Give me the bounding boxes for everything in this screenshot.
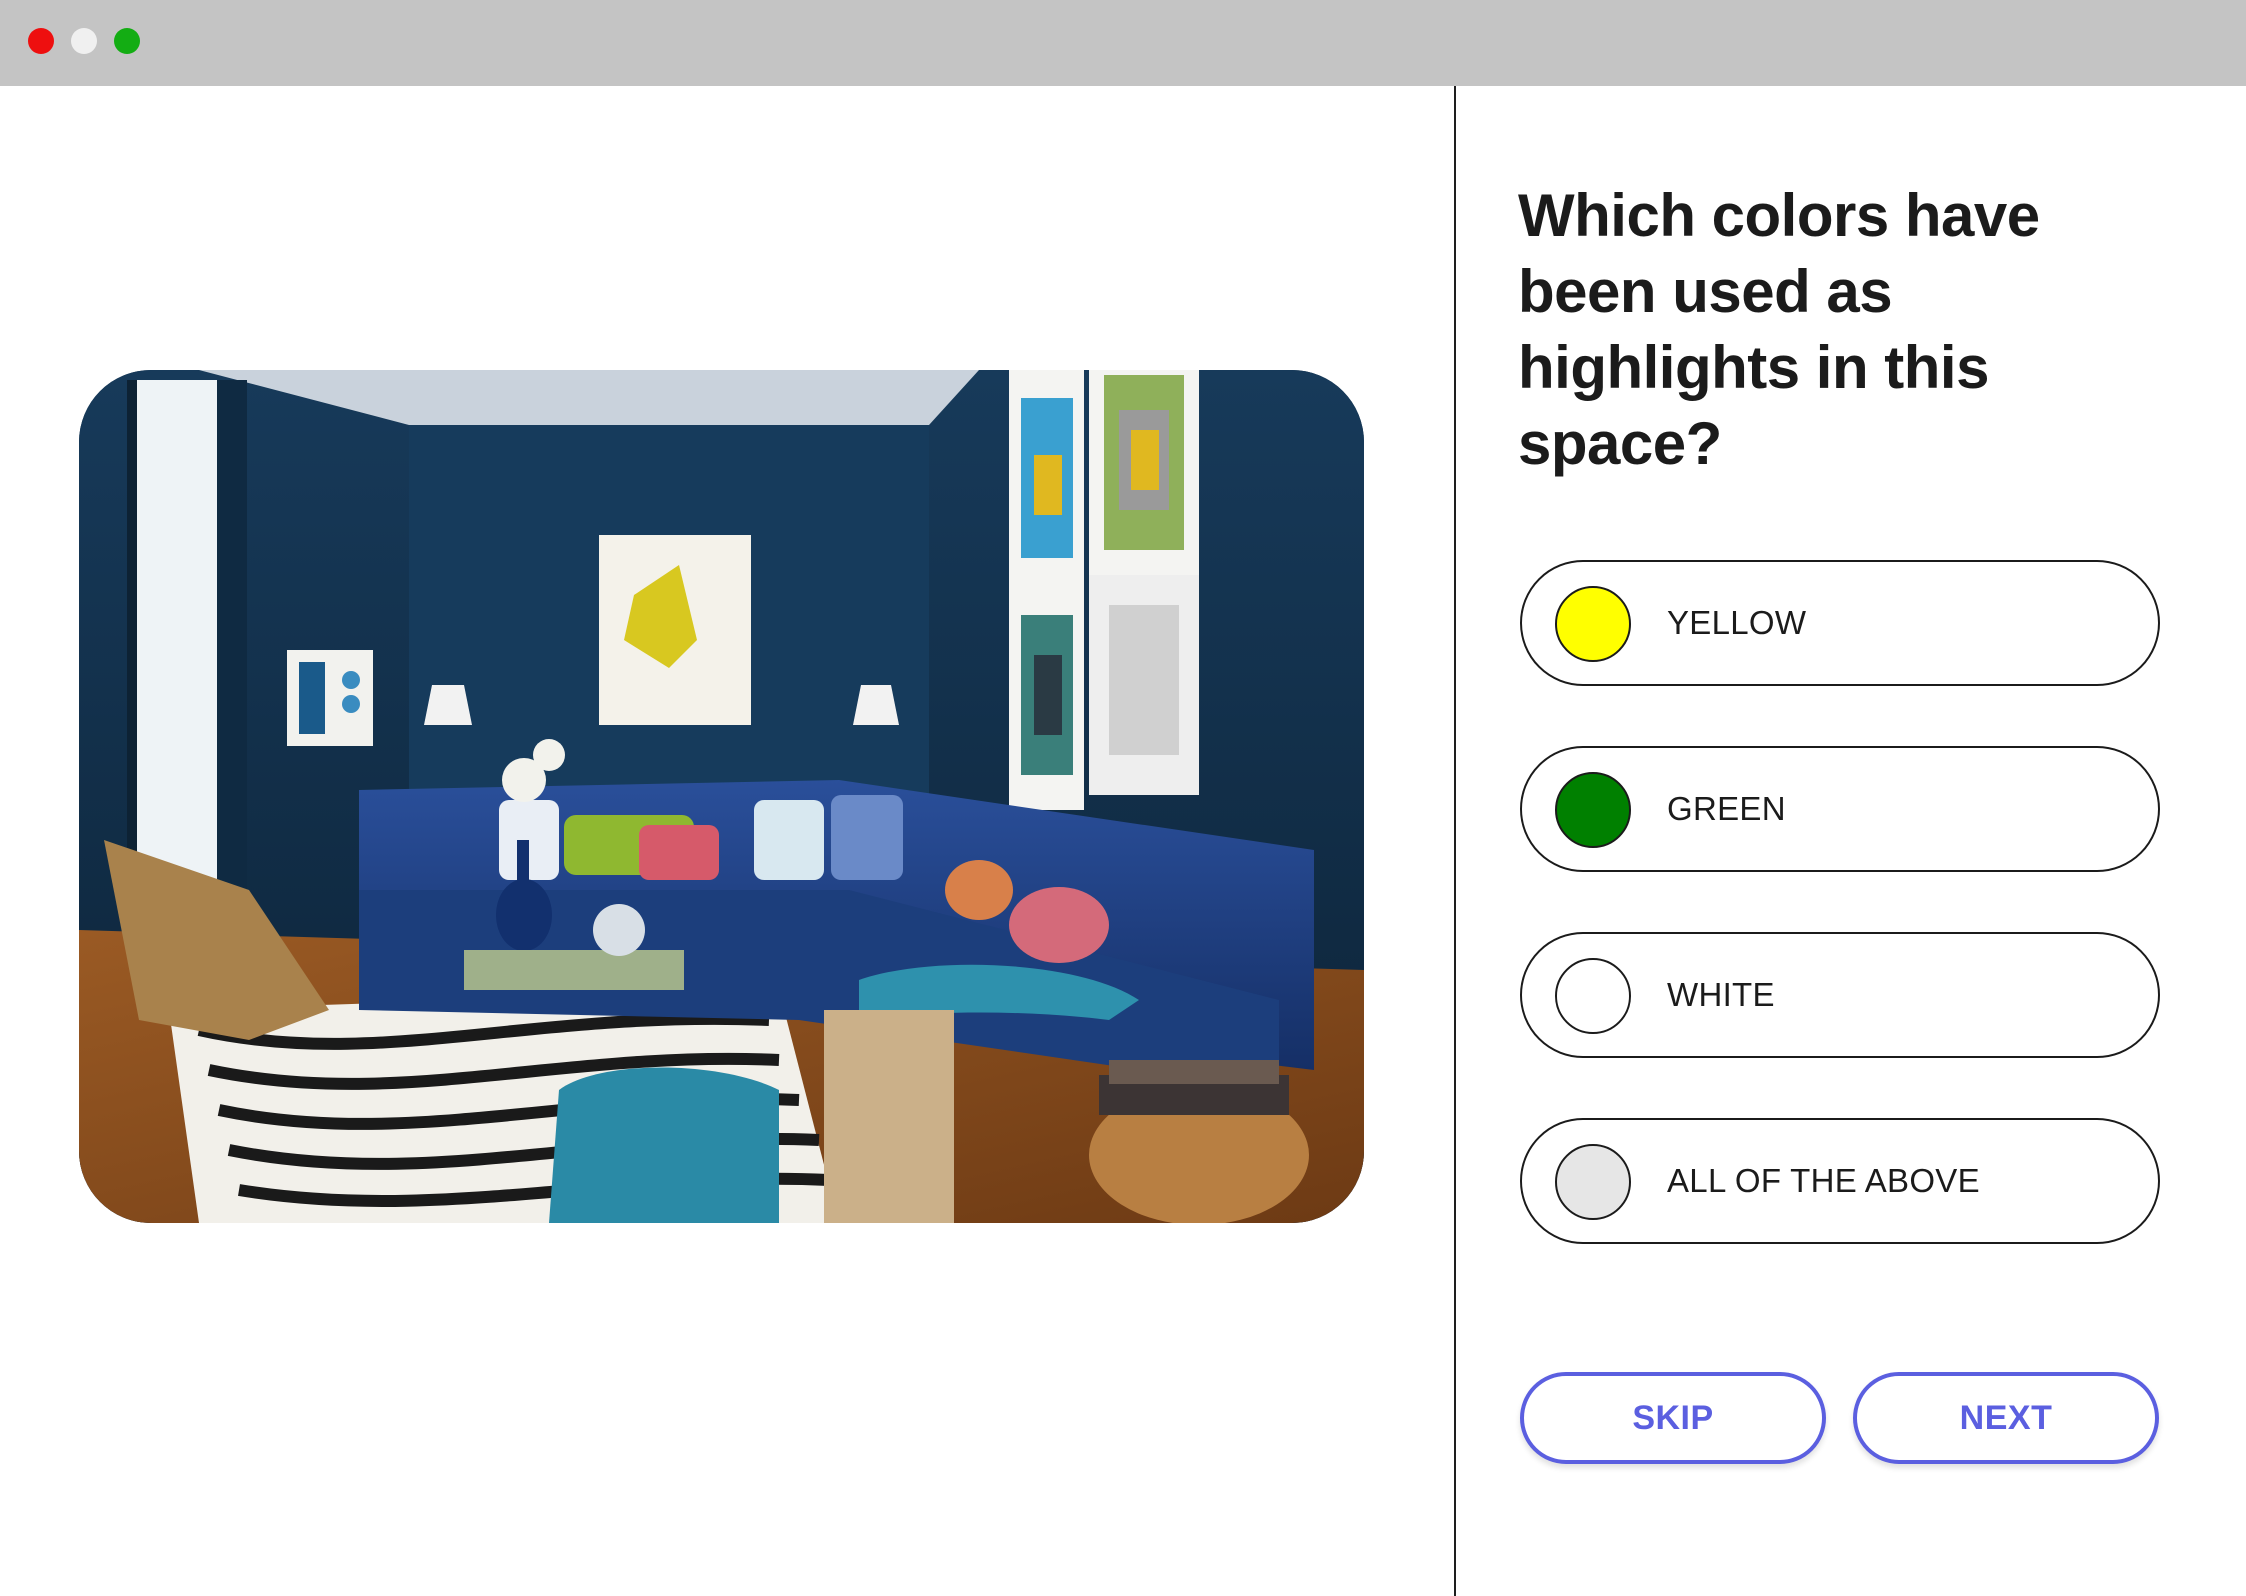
living-room-illustration xyxy=(79,370,1364,1223)
option-label: GREEN xyxy=(1667,790,1786,827)
white-swatch-icon xyxy=(1555,958,1631,1034)
option-label: WHITE xyxy=(1667,976,1775,1013)
panel-divider xyxy=(1454,86,1456,1596)
question-text: Which colors have been used as highlight… xyxy=(1518,182,2040,477)
maximize-window-button[interactable] xyxy=(114,28,140,54)
option-white[interactable]: WHITE xyxy=(1520,932,2160,1058)
option-label: YELLOW xyxy=(1667,604,1807,641)
skip-button[interactable]: SKIP xyxy=(1520,1372,1826,1464)
option-all-of-the-above[interactable]: ALL OF THE ABOVE xyxy=(1520,1118,2160,1244)
green-swatch-icon xyxy=(1555,772,1631,848)
close-window-button[interactable] xyxy=(28,28,54,54)
living-room-photo xyxy=(79,370,1364,1223)
minimize-window-button[interactable] xyxy=(71,28,97,54)
next-button[interactable]: NEXT xyxy=(1853,1372,2159,1464)
option-label: ALL OF THE ABOVE xyxy=(1667,1162,1980,1199)
yellow-swatch-icon xyxy=(1555,586,1631,662)
option-green[interactable]: GREEN xyxy=(1520,746,2160,872)
option-yellow[interactable]: YELLOW xyxy=(1520,560,2160,686)
gray-swatch-icon xyxy=(1555,1144,1631,1220)
window-titlebar xyxy=(0,0,2246,86)
